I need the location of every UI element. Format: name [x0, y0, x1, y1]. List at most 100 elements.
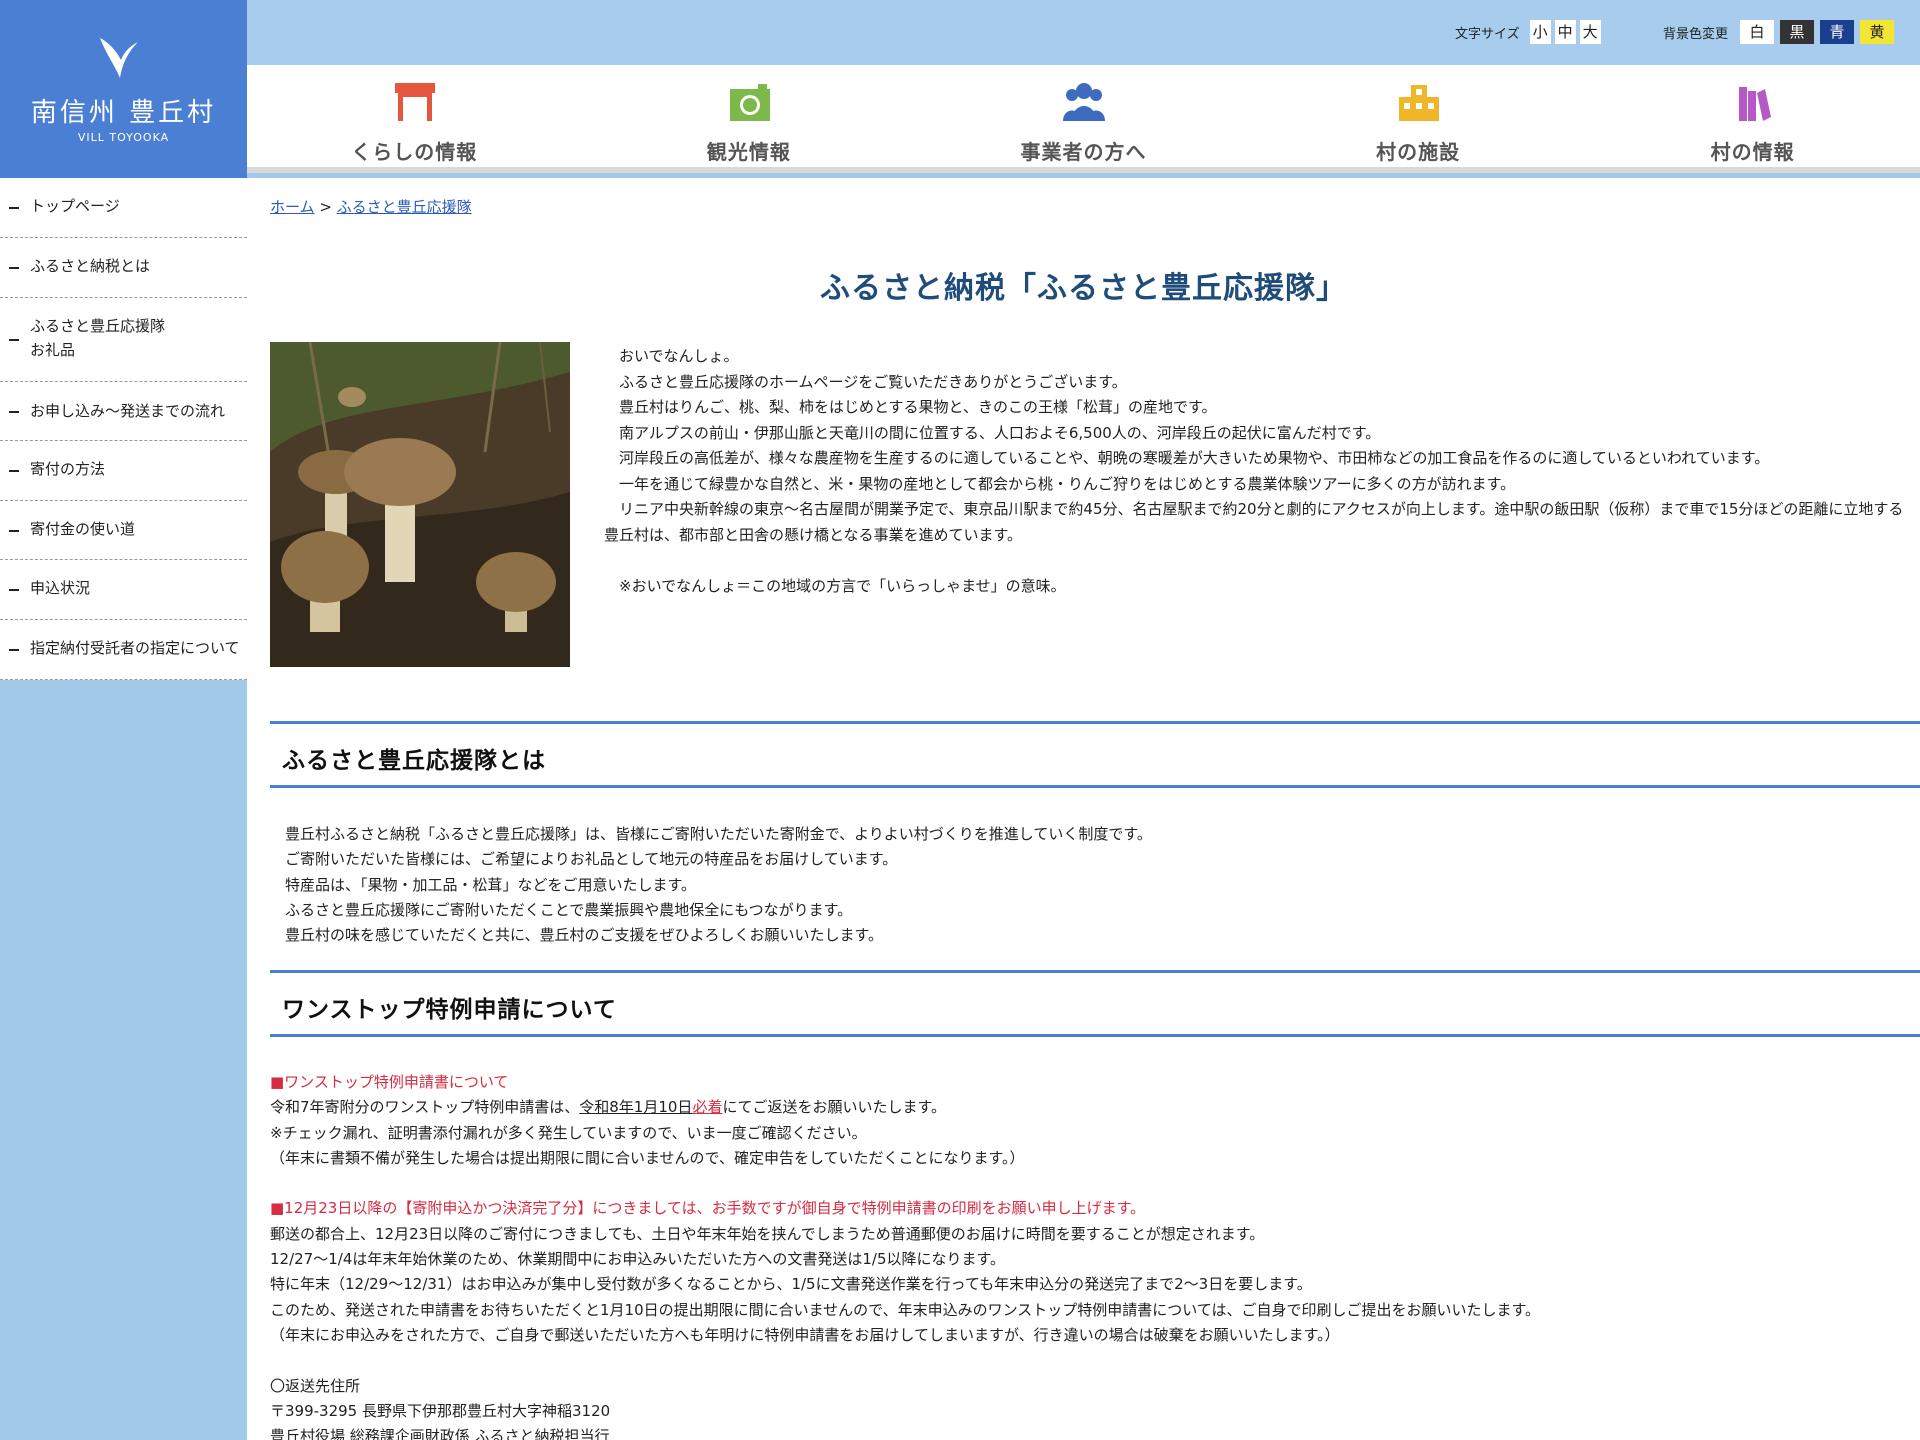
dash-icon — [9, 207, 19, 209]
intro-line: ※おいでなんしょ＝この地域の方言で「いらっしゃませ」の意味。 — [619, 576, 1066, 595]
sidebar-item-label: ふるさと納税とは — [30, 257, 151, 275]
about-text: 豊丘村ふるさと納税「ふるさと豊丘応援隊」は、皆様にご寄附いただいた寄附金で、より… — [285, 822, 1152, 948]
matsutake-photo — [270, 342, 570, 667]
intro-line: おいでなんしょ。 — [619, 347, 739, 365]
onestop-text: ■ワンストップ特例申請書について 令和7年寄附分のワンストップ特例申請書は、令和… — [270, 1070, 1910, 1440]
sidebar-item-label: ふるさと豊丘応援隊 お礼品 — [30, 314, 165, 362]
page-title: ふるさと納税「ふるさと豊丘応援隊」 — [820, 271, 1347, 306]
about-line: 特産品は、「果物・加工品・松茸」などをご用意いたします。 — [285, 875, 697, 894]
nav-living[interactable]: くらしの情報 — [247, 65, 582, 167]
address-line: 〒399-3295 長野県下伊那郡豊丘村大字神稲3120 — [270, 1401, 611, 1420]
global-nav: くらしの情報 観光情報 事業者の方へ 村の施設 村の情報 — [247, 65, 1920, 173]
font-size-small-button[interactable]: 小 — [1529, 20, 1551, 44]
intro-line: リニア中央新幹線の東京〜名古屋間が開業予定で、東京品川駅まで約45分、名古屋駅ま… — [604, 500, 1904, 544]
address-title: 〇返送先住所 — [270, 1376, 361, 1395]
bg-white-button[interactable]: 白 — [1740, 20, 1775, 44]
onestop-line: このため、発送された申請書をお待ちいただくと1月10日の提出期限に間に合いません… — [270, 1300, 1541, 1319]
sidebar-item-gifts[interactable]: ふるさと豊丘応援隊 お礼品 — [0, 298, 247, 382]
onestop-line: 12/27〜1/4は年末年始休業のため、休業期間中にお申込みいただいた方への文書… — [270, 1250, 1006, 1269]
nav-living-label: くらしの情報 — [351, 140, 478, 164]
intro-text: おいでなんしょ。 ふるさと豊丘応援隊のホームページをご覧いただきありがとうござい… — [604, 344, 1914, 599]
main-content: ホーム > ふるさと豊丘応援隊 ふるさと納税「ふるさと豊丘応援隊」 おいでなんし… — [247, 178, 1920, 1440]
nav-tourism-label: 観光情報 — [706, 140, 791, 164]
camera-icon — [729, 84, 770, 121]
section-heading-about-title: ふるさと豊丘応援隊とは — [282, 748, 546, 774]
intro-line: 河岸段丘の高低差が、様々な農産物を生産するのに適していることや、朝晩の寒暖差が大… — [619, 449, 1770, 467]
dash-icon — [9, 411, 19, 413]
onestop-line: 特に年末（12/29〜12/31）はお申込みが集中し受付数が多くなることから、1… — [270, 1275, 1312, 1294]
sidebar-item-label: 指定納付受託者の指定について — [30, 639, 240, 657]
about-line: 豊丘村の味を感じていただくと共に、豊丘村のご支援をぜひよろしくお願いいたします。 — [285, 926, 884, 945]
dash-icon — [9, 649, 19, 651]
nav-facilities[interactable]: 村の施設 — [1251, 65, 1586, 167]
sidebar-item-label-line1: ふるさと豊丘応援隊 — [30, 317, 166, 335]
breadcrumb-separator: > — [314, 198, 337, 216]
breadcrumb-current-link[interactable]: ふるさと豊丘応援隊 — [337, 198, 472, 216]
background-color-label: 背景色変更 — [1663, 26, 1729, 42]
sidebar-item-label: 寄付の方法 — [30, 460, 106, 478]
bg-black-button[interactable]: 黒 — [1780, 20, 1815, 44]
books-icon — [1739, 87, 1772, 121]
sidebar-item-top[interactable]: トップページ — [0, 178, 247, 238]
onestop-subheading: ■ワンストップ特例申請書について — [270, 1073, 509, 1091]
site-logo[interactable]: 南信州 豊丘村 VILL TOYOOKA — [0, 0, 247, 178]
sidebar-item-methods[interactable]: 寄付の方法 — [0, 441, 247, 501]
section-heading-onestop-title: ワンストップ特例申請について — [282, 997, 617, 1023]
intro-line: ふるさと豊丘応援隊のホームページをご覧いただきありがとうございます。 — [619, 372, 1127, 391]
section-heading-onestop: ワンストップ特例申請について — [270, 970, 1920, 1037]
dash-icon — [9, 267, 19, 269]
building-icon — [1398, 85, 1439, 121]
logo-mark-icon — [100, 38, 138, 78]
deadline-prefix: 令和7年寄附分のワンストップ特例申請書は、 — [270, 1098, 580, 1117]
font-size-control: 文字サイズ 小 中 大 — [1455, 20, 1601, 44]
nav-village-info[interactable]: 村の情報 — [1585, 65, 1920, 167]
dash-icon — [9, 589, 19, 591]
about-line: ご寄附いただいた皆様には、ご希望によりお礼品として地元の特産品をお届けしています… — [285, 850, 898, 869]
intro-line: 豊丘村はりんご、桃、梨、柿をはじめとする果物と、きのこの王様「松茸」の産地です。 — [619, 398, 1217, 416]
sidebar-item-label: 申込状況 — [30, 579, 91, 597]
onestop-line: （年末にお申込みをされた方で、ご自身で郵送いただいた方へも年明けに特例申請書をお… — [270, 1325, 1340, 1344]
intro-line: 南アルプスの前山・伊那山脈と天竜川の間に位置する、人口およそ6,500人の、河岸… — [619, 423, 1381, 442]
dash-icon — [9, 470, 19, 472]
nav-village-info-label: 村の情報 — [1710, 140, 1795, 164]
dash-icon — [9, 339, 19, 341]
font-size-medium-button[interactable]: 中 — [1554, 20, 1576, 44]
bg-yellow-button[interactable]: 黄 — [1860, 20, 1895, 44]
logo-name: 南信州 豊丘村 — [30, 98, 217, 128]
font-size-large-button[interactable]: 大 — [1579, 20, 1601, 44]
sidebar-item-label: 寄付金の使い道 — [30, 520, 136, 538]
sidebar-item-status[interactable]: 申込状況 — [0, 560, 247, 620]
dash-icon — [9, 530, 19, 532]
people-icon — [1063, 83, 1106, 121]
intro-line: 一年を通じて緑豊かな自然と、米・果物の産地として都会から桃・りんご狩りをはじめと… — [619, 474, 1516, 493]
sidebar-item-label-line2: お礼品 — [30, 341, 76, 359]
intro-line — [604, 548, 1914, 574]
deadline-suffix: にてご返送をお願いいたします。 — [722, 1098, 946, 1117]
sidebar-menu: トップページ ふるさと納税とは ふるさと豊丘応援隊 お礼品 お申し込み〜発送までの… — [0, 178, 247, 680]
sidebar-item-label: お申し込み〜発送までの流れ — [30, 402, 226, 420]
onestop-line: ※チェック漏れ、証明書添付漏れが多く発生していますので、いま一度ご確認ください。 — [270, 1123, 867, 1142]
sidebar-item-uses[interactable]: 寄付金の使い道 — [0, 501, 247, 560]
breadcrumb: ホーム > ふるさと豊丘応援隊 — [270, 196, 472, 217]
nav-facilities-label: 村の施設 — [1376, 140, 1461, 164]
bg-blue-button[interactable]: 青 — [1820, 20, 1855, 44]
nav-business-label: 事業者の方へ — [1020, 140, 1147, 164]
breadcrumb-home-link[interactable]: ホーム — [270, 198, 315, 216]
sidebar-item-flow[interactable]: お申し込み〜発送までの流れ — [0, 382, 247, 441]
deadline-date: 令和8年1月10日 — [579, 1098, 693, 1117]
onestop-line: 郵送の都合上、12月23日以降のご寄付につきましても、土日や年末年始を挟んでしま… — [270, 1224, 1265, 1243]
nav-tourism[interactable]: 観光情報 — [582, 65, 917, 167]
onestop-deadline-line: 令和7年寄附分のワンストップ特例申請書は、令和8年1月10日必着にてご返送をお願… — [270, 1095, 1910, 1120]
about-line: 豊丘村ふるさと納税「ふるさと豊丘応援隊」は、皆様にご寄附いただいた寄附金で、より… — [285, 825, 1152, 843]
top-utility-bar: 文字サイズ 小 中 大 背景色変更 白 黒 青 黄 — [247, 0, 1920, 65]
about-line: ふるさと豊丘応援隊にご寄附いただくことで農業振興や農地保全にもつながります。 — [285, 900, 853, 919]
sidebar-item-about[interactable]: ふるさと納税とは — [0, 238, 247, 298]
onestop-subheading-late: ■12月23日以降の【寄附申込かつ決済完了分】につきましては、お手数ですが御自身… — [270, 1199, 1146, 1218]
address-line: 豊丘村役場 総務課企画財政係 ふるさと納税担当行 — [270, 1427, 610, 1440]
section-heading-about: ふるさと豊丘応援隊とは — [270, 721, 1920, 788]
sidebar-item-designated[interactable]: 指定納付受託者の指定について — [0, 620, 247, 680]
nav-business[interactable]: 事業者の方へ — [916, 65, 1251, 167]
font-size-label: 文字サイズ — [1455, 26, 1520, 42]
